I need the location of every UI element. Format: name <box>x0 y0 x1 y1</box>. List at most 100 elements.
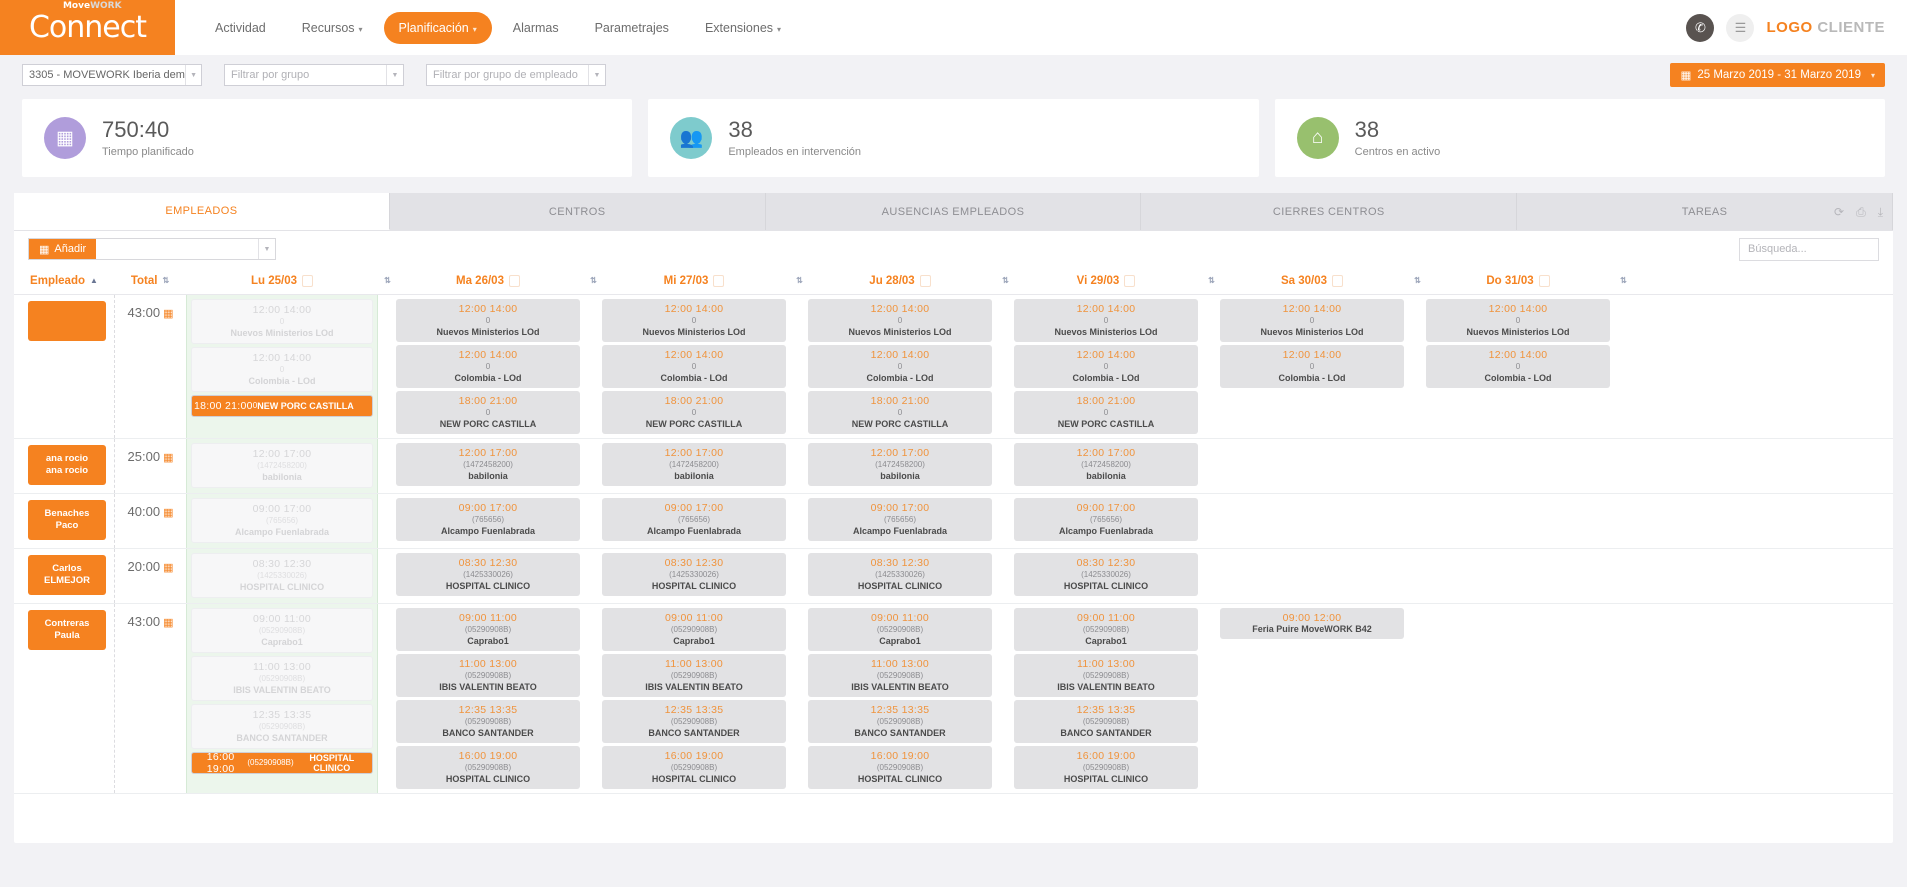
day-cell[interactable]: 09:00 11:00 (05290908B) Caprabo1 11:00 13:0… <box>1010 604 1202 793</box>
shift-event[interactable]: 12:35 13:35 (05290908B) BANCO SANTANDER <box>602 700 786 743</box>
add-button[interactable]: ▦ Añadir <box>29 239 97 259</box>
calendar-icon[interactable]: ▦ <box>163 507 173 519</box>
column-header-lu-2503[interactable]: Lu 25/03 <box>186 267 378 294</box>
column-header-total[interactable]: Total ⇅ <box>114 267 186 294</box>
day-cell[interactable]: 12:00 14:00 0 Nuevos Ministerios LOd 12:00 … <box>1010 295 1202 438</box>
day-cell[interactable] <box>1216 494 1408 548</box>
day-cell[interactable]: 12:00 14:00 0 Nuevos Ministerios LOd 12:00 … <box>392 295 584 438</box>
day-cell[interactable]: 08:30 12:30 (1425330026) HOSPITAL CLINICO <box>598 549 790 603</box>
refresh-icon[interactable]: ⟳ <box>1834 205 1844 219</box>
shift-event[interactable]: 12:00 17:00 (1472458200) babilonia <box>1014 443 1198 486</box>
search-input[interactable]: Búsqueda... <box>1739 237 1879 261</box>
day-cell[interactable]: 12:00 14:00 0 Nuevos Ministerios LOd 12:00 … <box>186 295 378 438</box>
copy-day-icon[interactable] <box>919 274 931 287</box>
nav-item-extensiones[interactable]: Extensiones ▾ <box>690 12 796 44</box>
shift-event[interactable]: 12:00 17:00 (1472458200) babilonia <box>191 443 373 488</box>
calendar-icon[interactable]: ▦ <box>163 452 173 464</box>
shift-event[interactable]: 12:00 14:00 0 Colombia - LOd <box>808 345 992 388</box>
day-cell[interactable]: 08:30 12:30 (1425330026) HOSPITAL CLINICO <box>186 549 378 603</box>
tab-empleados[interactable]: EMPLEADOS <box>14 193 390 230</box>
day-cell[interactable]: 09:00 17:00 (765656) Alcampo Fuenlabrada <box>1010 494 1202 548</box>
column-header-do-3103[interactable]: Do 31/03 <box>1422 267 1614 294</box>
column-header-ma-2603[interactable]: Ma 26/03 <box>392 267 584 294</box>
shift-event[interactable]: 09:00 11:00 (05290908B) Caprabo1 <box>602 608 786 651</box>
day-cell[interactable] <box>1422 439 1614 493</box>
shift-event[interactable]: 09:00 17:00 (765656) Alcampo Fuenlabrada <box>808 498 992 541</box>
day-cell[interactable]: 09:00 12:00 Feria Puire MoveWORK B42 <box>1216 604 1408 793</box>
copy-day-icon[interactable] <box>1538 274 1550 287</box>
shift-event[interactable]: 16:00 19:00 (05290908B) HOSPITAL CLINICO <box>602 746 786 789</box>
shift-event[interactable]: 09:00 17:00 (765656) Alcampo Fuenlabrada <box>602 498 786 541</box>
column-sort-sa[interactable]: ⇅ <box>1408 267 1422 294</box>
employee-chip[interactable]: Carlos ELMEJOR <box>28 555 106 595</box>
shift-event[interactable]: 11:00 13:00 (05290908B) IBIS VALENTIN BEAT… <box>396 654 580 697</box>
day-cell[interactable] <box>1422 494 1614 548</box>
nav-item-planificacion[interactable]: Planificación ▾ <box>383 11 492 44</box>
copy-day-icon[interactable] <box>1332 274 1344 287</box>
day-cell[interactable]: 12:00 17:00 (1472458200) babilonia <box>804 439 996 493</box>
nav-item-actividad[interactable]: Actividad <box>200 12 281 44</box>
column-sort-mi[interactable]: ⇅ <box>790 267 804 294</box>
shift-event[interactable]: 12:00 17:00 (1472458200) babilonia <box>396 443 580 486</box>
shift-event[interactable]: 12:35 13:35 (05290908B) BANCO SANTANDER <box>191 704 373 749</box>
shift-event[interactable]: 18:00 21:00 0 NEW PORC CASTILLA <box>1014 391 1198 434</box>
employee-chip[interactable] <box>28 301 106 341</box>
shift-event[interactable]: 12:00 14:00 0 Nuevos Ministerios LOd <box>396 299 580 342</box>
column-header-empleado[interactable]: Empleado ▲ <box>14 267 114 294</box>
shift-event[interactable]: 18:00 21:00 0 NEW PORC CASTILLA <box>191 395 373 417</box>
shift-event[interactable]: 11:00 13:00 (05290908B) IBIS VALENTIN BEAT… <box>191 656 373 701</box>
shift-event[interactable]: 12:00 14:00 0 Nuevos Ministerios LOd <box>602 299 786 342</box>
shift-event[interactable]: 12:35 13:35 (05290908B) BANCO SANTANDER <box>396 700 580 743</box>
day-cell[interactable]: 09:00 11:00 (05290908B) Caprabo1 11:00 13:0… <box>392 604 584 793</box>
employee-chip[interactable]: ana rocio ana rocio <box>28 445 106 485</box>
column-header-mi-2703[interactable]: Mi 27/03 <box>598 267 790 294</box>
day-cell[interactable]: 09:00 17:00 (765656) Alcampo Fuenlabrada <box>804 494 996 548</box>
day-cell[interactable]: 09:00 11:00 (05290908B) Caprabo1 11:00 13:0… <box>804 604 996 793</box>
shift-event[interactable]: 18:00 21:00 0 NEW PORC CASTILLA <box>602 391 786 434</box>
shift-event[interactable]: 11:00 13:00 (05290908B) IBIS VALENTIN BEAT… <box>602 654 786 697</box>
day-cell[interactable]: 09:00 17:00 (765656) Alcampo Fuenlabrada <box>392 494 584 548</box>
shift-event[interactable]: 16:00 19:00 (05290908B) HOSPITAL CLINICO <box>1014 746 1198 789</box>
date-range-picker[interactable]: ▦ 25 Marzo 2019 - 31 Marzo 2019 ▾ <box>1670 63 1885 87</box>
day-cell[interactable] <box>1216 439 1408 493</box>
day-cell[interactable]: 12:00 17:00 (1472458200) babilonia <box>392 439 584 493</box>
day-cell[interactable]: 12:00 14:00 0 Nuevos Ministerios LOd 12:00 … <box>1216 295 1408 438</box>
shift-event[interactable]: 16:00 19:00 (05290908B) HOSPITAL CLINICO <box>191 751 373 775</box>
shift-event[interactable]: 11:00 13:00 (05290908B) IBIS VALENTIN BEAT… <box>808 654 992 697</box>
copy-day-icon[interactable] <box>508 274 520 287</box>
shift-event[interactable]: 18:00 21:00 0 NEW PORC CASTILLA <box>808 391 992 434</box>
shift-event[interactable]: 12:00 14:00 0 Colombia - LOd <box>602 345 786 388</box>
employee-group-filter-select[interactable]: Filtrar por grupo de empleado ▼ <box>426 64 606 86</box>
shift-event[interactable]: 08:30 12:30 (1425330026) HOSPITAL CLINICO <box>808 553 992 596</box>
day-cell[interactable]: 12:00 14:00 0 Nuevos Ministerios LOd 12:00 … <box>804 295 996 438</box>
shift-event[interactable]: 12:00 14:00 0 Colombia - LOd <box>1014 345 1198 388</box>
copy-day-icon[interactable] <box>302 274 314 287</box>
download-icon[interactable]: ⤓ <box>1878 205 1883 220</box>
shift-event[interactable]: 18:00 21:00 0 NEW PORC CASTILLA <box>396 391 580 434</box>
nav-item-alarmas[interactable]: Alarmas <box>498 12 574 44</box>
day-cell[interactable]: 12:00 14:00 0 Nuevos Ministerios LOd 12:00 … <box>598 295 790 438</box>
day-cell[interactable] <box>1422 604 1614 793</box>
employee-chip[interactable]: Contreras Paula <box>28 610 106 650</box>
shift-event[interactable]: 09:00 11:00 (05290908B) Caprabo1 <box>808 608 992 651</box>
day-cell[interactable]: 12:00 14:00 0 Nuevos Ministerios LOd 12:00 … <box>1422 295 1614 438</box>
shift-event[interactable]: 12:00 14:00 0 Nuevos Ministerios LOd <box>1014 299 1198 342</box>
day-cell[interactable]: 09:00 17:00 (765656) Alcampo Fuenlabrada <box>186 494 378 548</box>
copy-day-icon[interactable] <box>1124 274 1136 287</box>
print-icon[interactable]: ⎙ <box>1856 205 1866 220</box>
shift-event[interactable]: 09:00 17:00 (765656) Alcampo Fuenlabrada <box>396 498 580 541</box>
shift-event[interactable]: 11:00 13:00 (05290908B) IBIS VALENTIN BEAT… <box>1014 654 1198 697</box>
shift-event[interactable]: 09:00 17:00 (765656) Alcampo Fuenlabrada <box>191 498 373 543</box>
tab-cierres-centros[interactable]: CIERRES CENTROS <box>1141 193 1518 230</box>
copy-day-icon[interactable] <box>713 274 725 287</box>
app-logo[interactable]: Connect MoveWORK <box>0 0 175 55</box>
nav-item-parametrajes[interactable]: Parametrajes <box>580 12 684 44</box>
shift-event[interactable]: 09:00 11:00 (05290908B) Caprabo1 <box>1014 608 1198 651</box>
shift-event[interactable]: 12:00 14:00 0 Nuevos Ministerios LOd <box>1220 299 1404 342</box>
shift-event[interactable]: 12:00 14:00 0 Nuevos Ministerios LOd <box>808 299 992 342</box>
calendar-icon[interactable]: ▦ <box>163 308 173 320</box>
shift-event[interactable]: 16:00 19:00 (05290908B) HOSPITAL CLINICO <box>808 746 992 789</box>
day-cell[interactable]: 08:30 12:30 (1425330026) HOSPITAL CLINICO <box>1010 549 1202 603</box>
shift-event[interactable]: 08:30 12:30 (1425330026) HOSPITAL CLINICO <box>1014 553 1198 596</box>
nav-item-recursos[interactable]: Recursos ▾ <box>287 12 378 44</box>
